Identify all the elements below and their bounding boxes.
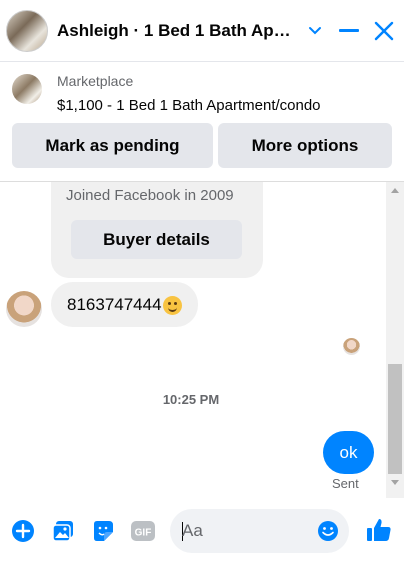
incoming-message-text: 8163747444 [67,294,162,314]
message-status: Sent [332,476,359,491]
more-options-button[interactable]: More options [218,123,392,168]
scrollbar-thumb[interactable] [388,364,402,474]
conversation-title[interactable]: Ashleigh · 1 Bed 1 Bath Ap… [57,21,297,41]
emoji-icon[interactable] [315,518,341,544]
read-receipt-avatar [343,338,360,355]
listing-source-label: Marketplace [57,73,134,89]
message-timestamp: 10:25 PM [162,392,220,407]
svg-text:GIF: GIF [135,528,152,539]
buyer-details-button[interactable]: Buyer details [71,220,242,259]
scroll-up-arrow-icon[interactable] [391,188,399,193]
message-input-field[interactable] [170,509,349,553]
scroll-down-arrow-icon[interactable] [391,480,399,485]
message-input[interactable] [182,509,312,553]
marketplace-listing: Marketplace $1,100 - 1 Bed 1 Bath Apartm… [0,62,404,182]
chevron-down-icon[interactable] [303,18,327,44]
add-icon[interactable] [10,518,36,544]
photo-icon[interactable] [50,518,76,544]
chat-scrollbar[interactable] [386,182,404,498]
close-icon[interactable] [372,18,396,44]
message-list: Joined Facebook in 2009 Buyer details 81… [0,182,404,498]
joined-facebook-text: Joined Facebook in 2009 [66,187,234,204]
listing-thumbnail[interactable] [12,74,42,104]
minimize-icon[interactable] [337,18,361,44]
sticker-icon[interactable] [90,518,116,544]
chat-header: Ashleigh · 1 Bed 1 Bath Ap… [0,0,404,62]
incoming-message[interactable]: 8163747444 [51,282,198,327]
message-composer: GIF [0,498,404,568]
avatar[interactable] [6,10,48,52]
smiling-emoji-icon [162,296,182,315]
mark-as-pending-button[interactable]: Mark as pending [12,123,213,168]
outgoing-message[interactable]: ok [323,431,374,474]
profile-card: Joined Facebook in 2009 Buyer details [51,182,263,278]
sender-avatar[interactable] [6,291,42,327]
listing-title[interactable]: $1,100 - 1 Bed 1 Bath Apartment/condo [57,97,321,114]
gif-icon[interactable]: GIF [130,518,156,544]
like-icon[interactable] [366,517,392,543]
